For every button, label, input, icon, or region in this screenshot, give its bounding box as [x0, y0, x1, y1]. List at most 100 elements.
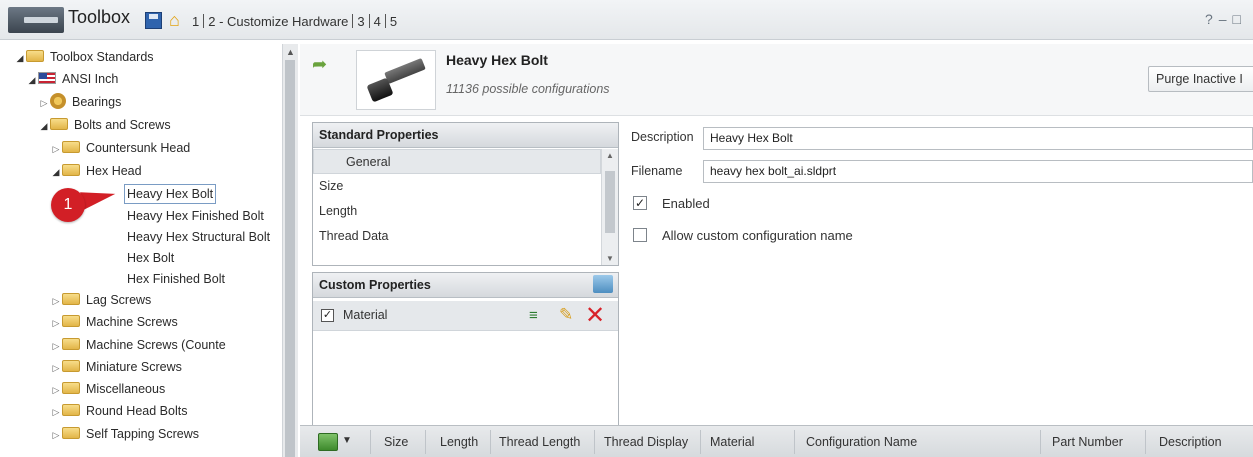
us-flag-icon [38, 72, 56, 84]
list-icon[interactable]: ≡ [529, 307, 538, 324]
tree-item-label: Heavy Hex Structural Bolt [127, 230, 271, 244]
expand-arrow-icon[interactable]: ▷ [50, 401, 62, 423]
folder-icon [62, 293, 80, 305]
help-icon[interactable]: ? [1205, 11, 1219, 27]
standard-property-item[interactable]: General [313, 149, 601, 174]
tree-item-label: Self Tapping Screws [86, 427, 200, 441]
restore-icon[interactable]: □ [1233, 11, 1247, 27]
column-header-length[interactable]: Length [440, 435, 478, 449]
expand-arrow-icon[interactable]: ▷ [50, 335, 62, 357]
chevron-down-icon[interactable]: ▼ [342, 435, 352, 446]
tree-item-miscellaneous[interactable]: ▷ Miscellaneous [50, 378, 165, 400]
crumb-3[interactable]: 3 [357, 14, 364, 29]
crumb-1[interactable]: 1 [192, 14, 199, 29]
purge-inactive-button[interactable]: Purge Inactive I [1148, 66, 1253, 92]
tree-item-toolbox-standards[interactable]: ◢ Toolbox Standards [14, 46, 154, 68]
scrollbar-thumb[interactable] [285, 60, 295, 457]
crumb-5[interactable]: 5 [390, 14, 397, 29]
add-property-icon[interactable] [593, 275, 613, 293]
app-title: Toolbox [68, 7, 131, 27]
tree-item-heavy-hex-bolt[interactable]: Heavy Hex Bolt [124, 183, 217, 205]
home-icon[interactable]: ⌂ [169, 11, 189, 29]
save-icon[interactable] [145, 12, 162, 29]
column-divider [1145, 430, 1146, 454]
tree-item-lag-screws[interactable]: ▷ Lag Screws [50, 289, 151, 311]
column-header-thread-length[interactable]: Thread Length [499, 435, 580, 449]
expand-arrow-icon[interactable]: ▷ [50, 312, 62, 334]
collapse-arrow-icon[interactable]: ◢ [26, 69, 38, 91]
tree-item-heavy-hex-finished-bolt[interactable]: Heavy Hex Finished Bolt [127, 205, 264, 227]
column-header-thread-display[interactable]: Thread Display [604, 435, 688, 449]
expand-arrow-icon[interactable]: ▷ [50, 290, 62, 312]
scroll-up-icon[interactable]: ▲ [286, 47, 295, 57]
custom-property-row[interactable]: ✓ Material ≡ ✎ ✕ [313, 301, 618, 331]
standard-properties-scrollbar[interactable]: ▲ ▼ [601, 149, 618, 265]
filename-label: Filename [631, 164, 683, 178]
column-header-size[interactable]: Size [384, 435, 408, 449]
material-checkbox[interactable]: ✓ [321, 309, 334, 322]
description-field[interactable]: Heavy Hex Bolt [703, 127, 1253, 150]
expand-arrow-icon[interactable]: ▷ [50, 379, 62, 401]
column-header-configuration-name[interactable]: Configuration Name [806, 435, 917, 449]
tree-item-hex-head[interactable]: ◢ Hex Head [50, 160, 142, 182]
expand-arrow-icon[interactable]: ▷ [50, 424, 62, 446]
folder-icon [62, 315, 80, 327]
collapse-arrow-icon[interactable]: ◢ [50, 161, 62, 183]
tree-item-bolts-and-screws[interactable]: ◢ Bolts and Screws [38, 114, 171, 136]
scroll-up-icon[interactable]: ▲ [606, 151, 614, 160]
collapse-arrow-icon[interactable]: ◢ [14, 47, 26, 69]
expand-arrow-icon[interactable]: ▷ [50, 138, 62, 160]
tree-item-machine-screws-countersunk[interactable]: ▷ Machine Screws (Counte [50, 334, 226, 356]
column-divider [425, 430, 426, 454]
column-divider [490, 430, 491, 454]
scrollbar-thumb[interactable] [605, 171, 615, 233]
part-title: Heavy Hex Bolt [446, 52, 548, 68]
expand-arrow-icon[interactable]: ▷ [38, 92, 50, 114]
tree-item-bearings[interactable]: ▷ Bearings [38, 91, 121, 113]
column-header-part-number[interactable]: Part Number [1052, 435, 1123, 449]
tree-item-hex-finished-bolt[interactable]: Hex Finished Bolt [127, 268, 225, 290]
standard-property-item[interactable]: Thread Data [313, 224, 601, 249]
tree-scrollbar[interactable]: ▲ [282, 44, 298, 457]
tree-item-ansi-inch[interactable]: ◢ ANSI Inch [26, 68, 118, 90]
enabled-checkbox[interactable]: ✓ [633, 196, 647, 210]
folder-icon [62, 164, 80, 176]
folder-icon [50, 118, 68, 130]
tree-item-label: Lag Screws [86, 293, 152, 307]
allow-custom-config-label: Allow custom configuration name [662, 228, 853, 243]
tree-item-round-head-bolts[interactable]: ▷ Round Head Bolts [50, 400, 187, 422]
crumb-4[interactable]: 4 [374, 14, 381, 29]
folder-icon [62, 338, 80, 350]
column-divider [370, 430, 371, 454]
tree-item-label: Bearings [72, 95, 122, 109]
tree-item-label: Machine Screws [86, 315, 178, 329]
tree-item-countersunk-head[interactable]: ▷ Countersunk Head [50, 137, 190, 159]
collapse-arrow-icon[interactable]: ◢ [38, 115, 50, 137]
filename-field[interactable]: heavy hex bolt_ai.sldprt [703, 160, 1253, 183]
standard-property-item[interactable]: Length [313, 199, 601, 224]
standard-property-item[interactable]: Size [313, 174, 601, 199]
tree-item-machine-screws[interactable]: ▷ Machine Screws [50, 311, 178, 333]
column-header-description[interactable]: Description [1159, 435, 1222, 449]
crumb-2[interactable]: 2 - Customize Hardware [208, 14, 348, 29]
tree-item-hex-bolt[interactable]: Hex Bolt [127, 247, 174, 269]
minimize-icon[interactable]: – [1219, 11, 1233, 27]
custom-property-label: Material [343, 308, 388, 322]
edit-pencil-icon[interactable]: ✎ [559, 305, 573, 325]
scroll-down-icon[interactable]: ▼ [606, 254, 614, 263]
folder-icon [62, 360, 80, 372]
tree-item-label: Heavy Hex Finished Bolt [127, 209, 264, 223]
allow-custom-config-checkbox[interactable] [633, 228, 647, 242]
back-arrow-icon[interactable]: ➦ [312, 54, 327, 75]
tree-item-heavy-hex-structural-bolt[interactable]: Heavy Hex Structural Bolt [127, 226, 270, 248]
standard-properties-list: General Size Length Thread Data [313, 149, 601, 265]
column-divider [1040, 430, 1041, 454]
column-header-material[interactable]: Material [710, 435, 754, 449]
delete-icon[interactable]: ✕ [585, 301, 605, 330]
tree-item-label: Miscellaneous [86, 382, 166, 396]
excel-export-icon[interactable] [318, 433, 338, 451]
expand-arrow-icon[interactable]: ▷ [50, 357, 62, 379]
tree-item-miniature-screws[interactable]: ▷ Miniature Screws [50, 356, 182, 378]
tree-item-label: Miniature Screws [86, 360, 182, 374]
tree-item-self-tapping-screws[interactable]: ▷ Self Tapping Screws [50, 423, 199, 445]
